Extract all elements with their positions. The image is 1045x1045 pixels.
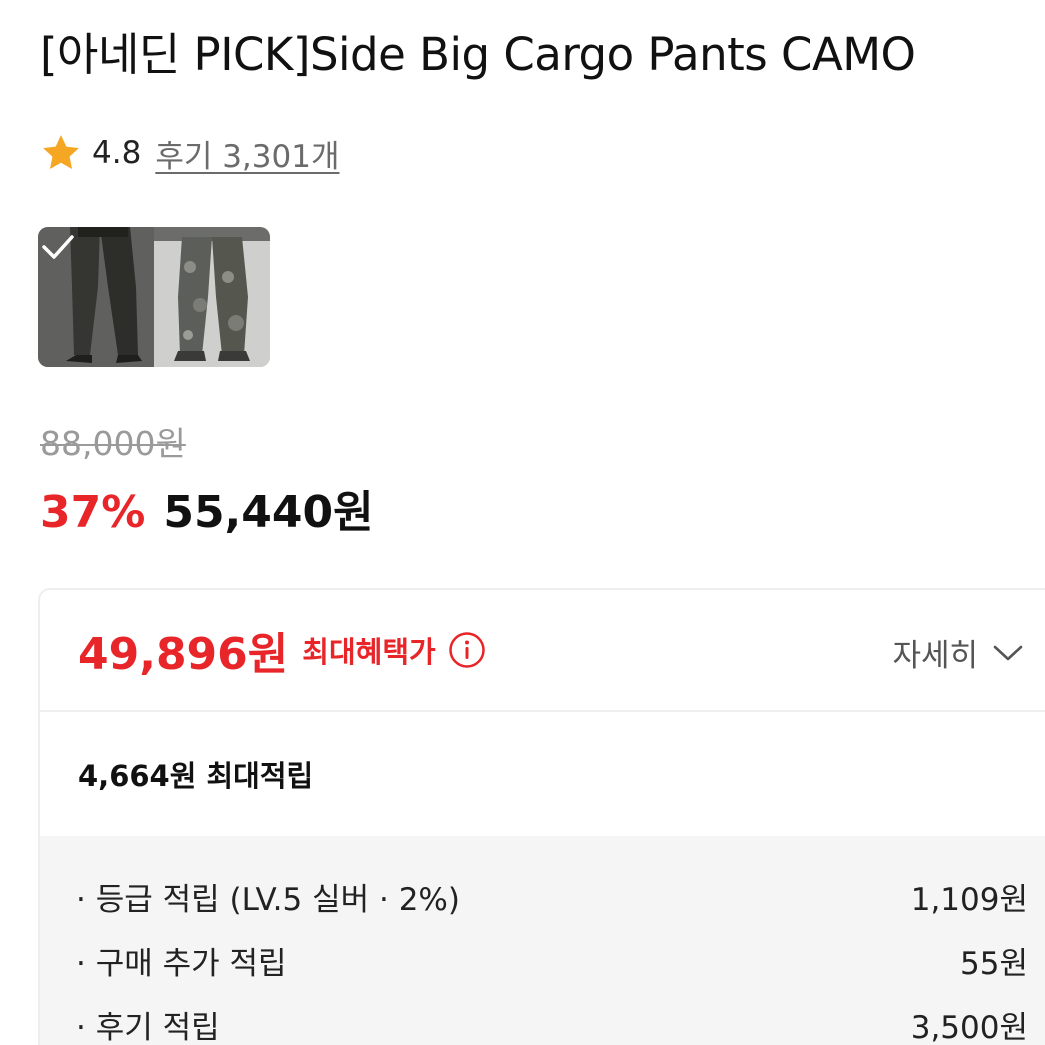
star-icon xyxy=(43,135,79,170)
check-icon xyxy=(42,235,74,259)
earn-item-amount: 1,109원 xyxy=(910,881,1028,918)
earn-item-label: · 등급 적립 (LV.5 실버 · 2%) xyxy=(76,881,460,918)
product-title: [아네딘 PICK]Side Big Cargo Pants CAMO xyxy=(40,28,916,81)
rating-value: 4.8 xyxy=(92,135,142,171)
earn-item-amount: 3,500원 xyxy=(910,1009,1028,1045)
thumbnail-black[interactable] xyxy=(38,227,154,367)
original-price: 88,000원 xyxy=(40,424,186,463)
product-page: [아네딘 PICK]Side Big Cargo Pants CAMO 4.8 … xyxy=(0,0,1045,1045)
info-icon[interactable] xyxy=(448,631,486,669)
earn-item-amount: 55원 xyxy=(960,945,1028,982)
benefit-header: 49,896원 최대혜택가 자세히 xyxy=(40,590,1045,712)
chevron-down-icon xyxy=(993,645,1023,660)
review-count-link[interactable]: 후기 3,301개 xyxy=(155,131,339,176)
max-earn-total: 4,664원 최대적립 xyxy=(78,759,314,793)
price-row: 37% 55,440원 xyxy=(40,476,374,540)
earn-item-label: · 구매 추가 적립 xyxy=(76,945,287,982)
color-thumbnails xyxy=(38,227,270,367)
discount-rate: 37% xyxy=(40,487,146,538)
detail-label: 자세히 xyxy=(892,638,978,674)
earn-item-purchase: · 구매 추가 적립 55원 xyxy=(76,928,1028,992)
earn-item-label: · 후기 적립 xyxy=(76,1009,220,1045)
best-benefit-price: 49,896원 xyxy=(78,629,289,680)
benefit-panel: 49,896원 최대혜택가 자세히 4,664원 최대적립 · 등급 적립 (L… xyxy=(38,588,1045,1045)
sale-price: 55,440원 xyxy=(163,487,374,538)
best-benefit-label: 최대혜택가 xyxy=(302,635,436,669)
detail-toggle[interactable]: 자세히 xyxy=(892,630,1024,675)
pants-image xyxy=(154,227,270,367)
thumbnail-camo[interactable] xyxy=(154,227,270,367)
rating-row: 4.8 후기 3,301개 xyxy=(40,130,339,176)
earn-item-review: · 후기 적립 3,500원 xyxy=(76,992,1028,1045)
earn-item-grade: · 등급 적립 (LV.5 실버 · 2%) 1,109원 xyxy=(76,864,1028,928)
earn-breakdown-list: · 등급 적립 (LV.5 실버 · 2%) 1,109원 · 구매 추가 적립… xyxy=(40,836,1045,1045)
